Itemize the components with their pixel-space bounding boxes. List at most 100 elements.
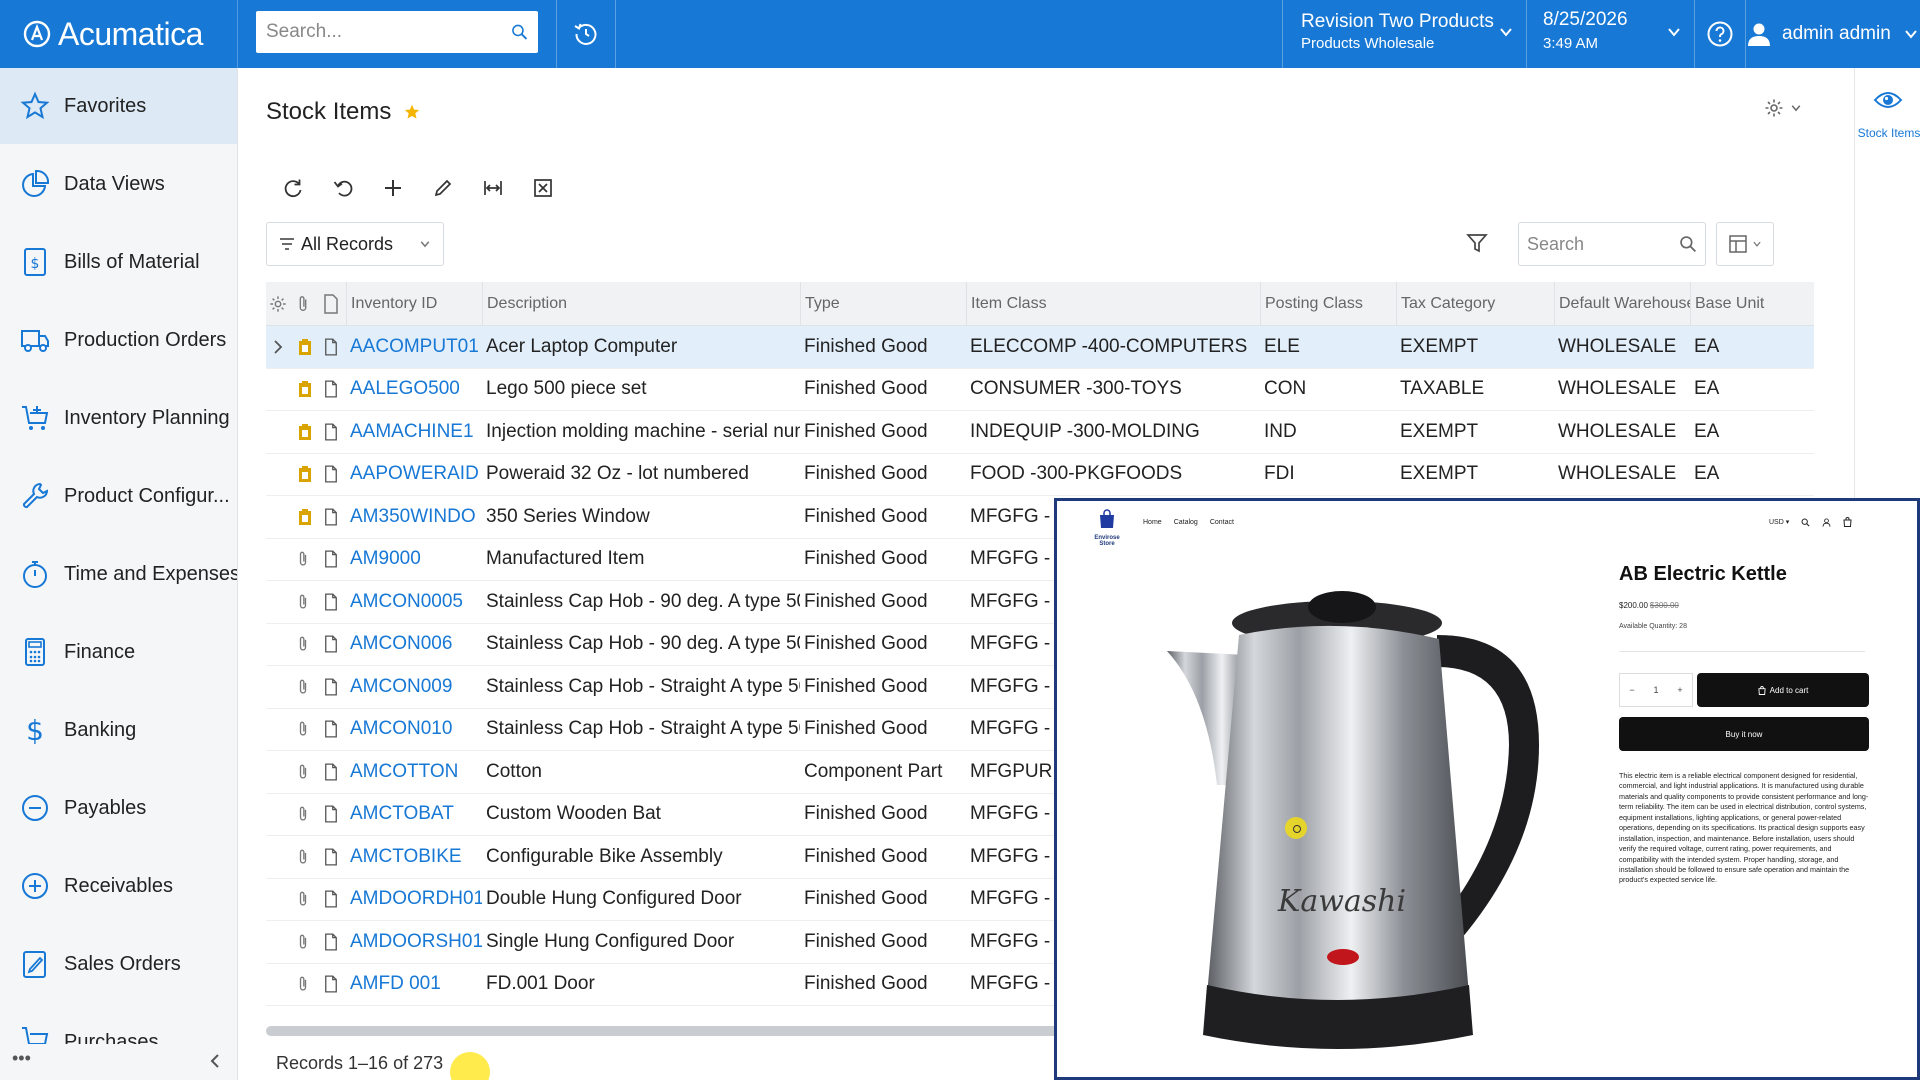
attachment-icon[interactable] bbox=[294, 581, 314, 623]
attachment-icon[interactable] bbox=[294, 751, 314, 793]
sidebar-item-inventory-planning[interactable]: Inventory Planning bbox=[0, 380, 237, 456]
cell-inventory-id[interactable]: AMFD 001 bbox=[346, 964, 482, 1006]
attachment-icon[interactable] bbox=[294, 666, 314, 708]
attachment-icon[interactable] bbox=[294, 879, 314, 921]
currency-selector[interactable]: USD ▾ bbox=[1769, 518, 1789, 526]
note-icon[interactable] bbox=[320, 624, 342, 666]
note-icon[interactable] bbox=[320, 879, 342, 921]
grid-search-input[interactable] bbox=[1527, 233, 1679, 255]
attachment-icon[interactable] bbox=[294, 921, 314, 963]
search-icon[interactable] bbox=[511, 21, 528, 43]
business-date-selector[interactable]: 8/25/2026 3:49 AM bbox=[1526, 0, 1694, 68]
note-icon[interactable] bbox=[320, 794, 342, 836]
fit-columns-button[interactable] bbox=[468, 166, 518, 210]
col-header-posting-class[interactable]: Posting Class bbox=[1260, 282, 1396, 325]
more-icon[interactable]: ••• bbox=[12, 1048, 31, 1069]
expand-row-chevron-icon[interactable] bbox=[268, 326, 290, 368]
files-icon[interactable] bbox=[294, 326, 314, 368]
store-nav-contact[interactable]: Contact bbox=[1210, 519, 1234, 526]
attachment-icon[interactable] bbox=[294, 624, 314, 666]
col-header-description[interactable]: Description bbox=[482, 282, 800, 325]
files-icon[interactable] bbox=[294, 496, 314, 538]
attachment-icon[interactable] bbox=[294, 836, 314, 878]
files-icon[interactable] bbox=[294, 369, 314, 411]
cell-inventory-id[interactable]: AACOMPUT01 bbox=[346, 326, 482, 368]
store-nav-catalog[interactable]: Catalog bbox=[1174, 519, 1198, 526]
cell-inventory-id[interactable]: AMCTOBAT bbox=[346, 794, 482, 836]
note-icon[interactable] bbox=[320, 666, 342, 708]
quantity-stepper[interactable]: − 1 + bbox=[1619, 673, 1693, 707]
grid-settings-icon[interactable] bbox=[266, 282, 290, 325]
cell-inventory-id[interactable]: AMDOORSH01 bbox=[346, 921, 482, 963]
global-search-input[interactable] bbox=[266, 21, 511, 43]
sidebar-item-payables[interactable]: Payables bbox=[0, 770, 237, 846]
sidebar-item-receivables[interactable]: Receivables bbox=[0, 848, 237, 924]
note-icon[interactable] bbox=[320, 836, 342, 878]
col-header-default-warehouse[interactable]: Default Warehouse bbox=[1554, 282, 1690, 325]
cell-inventory-id[interactable]: AAPOWERAID bbox=[346, 454, 482, 496]
app-logo[interactable]: Acumatica bbox=[0, 0, 238, 68]
grid-search[interactable] bbox=[1518, 222, 1706, 266]
refresh-button[interactable] bbox=[268, 166, 318, 210]
quantity-value[interactable]: 1 bbox=[1653, 685, 1658, 695]
col-header-type[interactable]: Type bbox=[800, 282, 966, 325]
note-icon[interactable] bbox=[320, 581, 342, 623]
attachment-icon[interactable] bbox=[294, 794, 314, 836]
attachment-icon[interactable] bbox=[294, 539, 314, 581]
history-button[interactable] bbox=[556, 0, 616, 68]
note-icon[interactable] bbox=[320, 496, 342, 538]
cell-inventory-id[interactable]: AMCON010 bbox=[346, 709, 482, 751]
sidebar-item-favorites[interactable]: Favorites bbox=[0, 68, 237, 144]
favorite-star-icon[interactable] bbox=[403, 103, 421, 121]
sidebar-item-product-configurator[interactable]: Product Configur... bbox=[0, 458, 237, 534]
store-nav-home[interactable]: Home bbox=[1143, 519, 1162, 526]
attachment-icon[interactable] bbox=[294, 964, 314, 1006]
column-layout-button[interactable] bbox=[1716, 222, 1774, 266]
col-header-item-class[interactable]: Item Class bbox=[966, 282, 1260, 325]
user-menu[interactable]: admin admin bbox=[1746, 0, 1920, 68]
cell-inventory-id[interactable]: AMDOORDH01 bbox=[346, 879, 482, 921]
cell-inventory-id[interactable]: AALEGO500 bbox=[346, 369, 482, 411]
col-header-tax-category[interactable]: Tax Category bbox=[1396, 282, 1554, 325]
side-panel-label[interactable]: Stock Items bbox=[1857, 126, 1920, 140]
note-icon[interactable] bbox=[320, 411, 342, 453]
cell-inventory-id[interactable]: AM350WINDO bbox=[346, 496, 482, 538]
note-icon[interactable] bbox=[320, 964, 342, 1006]
cart-bag-icon[interactable] bbox=[1843, 517, 1852, 527]
undo-button[interactable] bbox=[318, 166, 368, 210]
table-row[interactable]: AAMACHINE1 Injection molding machine - se… bbox=[266, 411, 1814, 454]
saved-filter-dropdown[interactable]: All Records bbox=[266, 222, 444, 266]
global-search[interactable] bbox=[256, 11, 538, 53]
account-icon[interactable] bbox=[1822, 517, 1831, 527]
search-icon[interactable] bbox=[1801, 518, 1810, 527]
store-logo[interactable]: Envirose Store bbox=[1087, 509, 1127, 547]
sidebar-item-banking[interactable]: $ Banking bbox=[0, 692, 237, 768]
sidebar-item-sales-orders[interactable]: Sales Orders bbox=[0, 926, 237, 1002]
files-icon[interactable] bbox=[294, 411, 314, 453]
sidebar-item-production-orders[interactable]: Production Orders bbox=[0, 302, 237, 378]
note-icon[interactable] bbox=[320, 326, 342, 368]
note-icon[interactable] bbox=[320, 539, 342, 581]
note-icon[interactable] bbox=[320, 369, 342, 411]
edit-button[interactable] bbox=[418, 166, 468, 210]
page-settings-button[interactable] bbox=[1764, 98, 1802, 118]
col-header-inventory-id[interactable]: Inventory ID bbox=[346, 282, 482, 325]
note-icon[interactable] bbox=[320, 709, 342, 751]
funnel-filter-icon[interactable] bbox=[1466, 232, 1488, 254]
sidebar-item-bills-of-material[interactable]: $ Bills of Material bbox=[0, 224, 237, 300]
company-selector[interactable]: Revision Two Products Products Wholesale bbox=[1282, 0, 1526, 68]
note-icon[interactable] bbox=[320, 921, 342, 963]
decrement-button[interactable]: − bbox=[1629, 685, 1634, 695]
eye-icon[interactable] bbox=[1873, 88, 1903, 112]
help-button[interactable] bbox=[1694, 0, 1746, 68]
buy-now-button[interactable]: Buy it now bbox=[1619, 717, 1869, 751]
cell-inventory-id[interactable]: AMCON006 bbox=[346, 624, 482, 666]
table-row[interactable]: AACOMPUT01 Acer Laptop Computer Finished G… bbox=[266, 326, 1814, 369]
cell-inventory-id[interactable]: AMCTOBIKE bbox=[346, 836, 482, 878]
cell-inventory-id[interactable]: AAMACHINE1 bbox=[346, 411, 482, 453]
col-header-base-unit[interactable]: Base Unit bbox=[1690, 282, 1804, 325]
add-record-button[interactable] bbox=[368, 166, 418, 210]
collapse-sidebar-icon[interactable] bbox=[208, 1052, 222, 1070]
scrollbar-thumb[interactable] bbox=[266, 1026, 1166, 1036]
increment-button[interactable]: + bbox=[1677, 685, 1682, 695]
